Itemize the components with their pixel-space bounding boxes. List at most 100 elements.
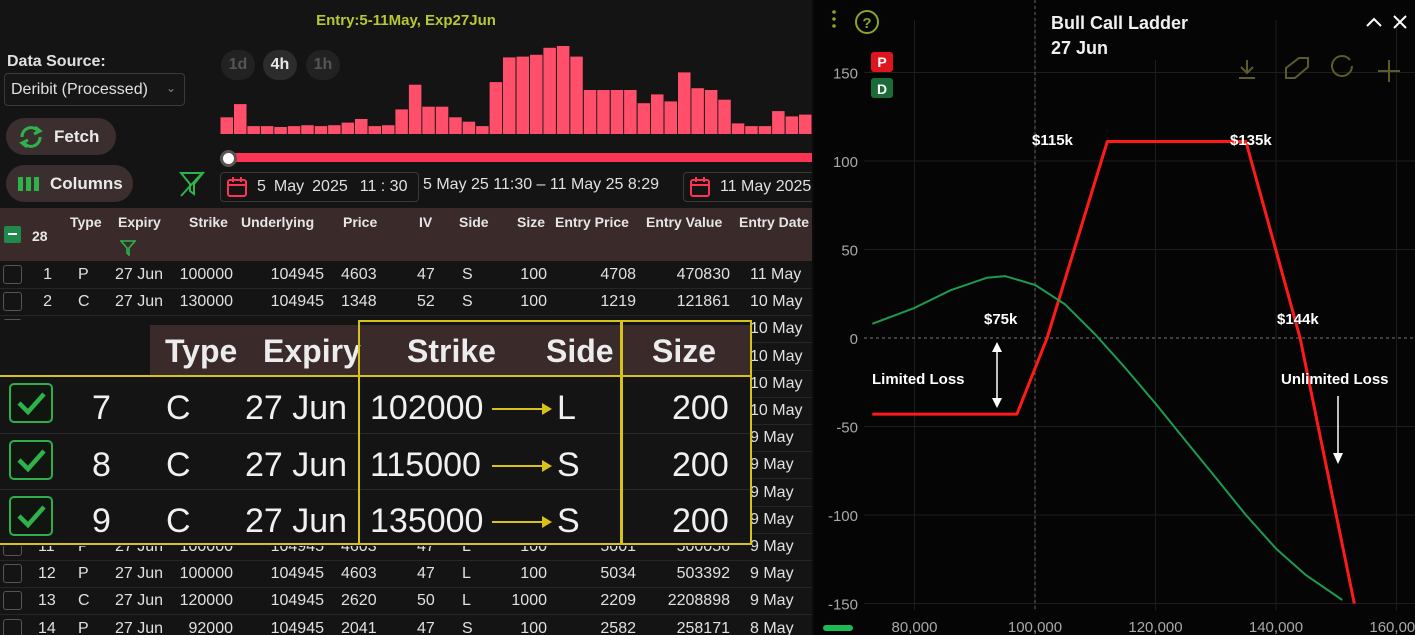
- cell-entry-date: 10 May: [750, 293, 803, 311]
- strategy-name: Bull Call Ladder: [1051, 13, 1189, 33]
- end-date-picker[interactable]: 11 May 2025: [683, 172, 812, 202]
- cell-type: C: [78, 293, 90, 311]
- histogram-bar: [597, 90, 610, 134]
- zoom-col-expiry: Expiry: [263, 333, 361, 369]
- chart-annotation: Limited Loss: [872, 371, 965, 388]
- data-source-select[interactable]: Deribit (Processed) ⌄: [4, 73, 185, 106]
- col-price[interactable]: Price: [343, 214, 377, 230]
- table-row[interactable]: 2 C 27 Jun 130000 104945 1348 52 S 100 1219 121861…: [0, 289, 812, 317]
- y-tick-label: 50: [841, 243, 858, 260]
- col-entry-value[interactable]: Entry Value: [646, 214, 722, 230]
- col-side[interactable]: Side: [459, 214, 489, 230]
- cell-expiry: 27 Jun: [115, 592, 164, 610]
- time-range-slider[interactable]: [228, 153, 812, 162]
- row-checkbox[interactable]: [3, 618, 22, 635]
- table-row[interactable]: 14 P 27 Jun 92000 104945 2041 47 S 100 2582 258171…: [0, 616, 812, 635]
- kebab-menu-icon[interactable]: [827, 8, 841, 32]
- entry-title: Entry:5-11May, Exp27Jun: [316, 12, 496, 29]
- cell-price: 4603: [341, 266, 377, 283]
- cell-entry-date: 8 May: [750, 619, 794, 635]
- cell-size: 1000: [511, 592, 547, 610]
- histogram-bar: [731, 123, 745, 134]
- histogram-bar: [503, 57, 516, 134]
- cell-iv: 52: [417, 293, 435, 311]
- fetch-button[interactable]: Fetch: [6, 118, 116, 155]
- col-size[interactable]: Size: [517, 214, 545, 230]
- start-day: 5: [257, 178, 266, 195]
- row-checkbox[interactable]: [3, 265, 22, 284]
- cell-expiry: 27 Jun: [115, 293, 164, 311]
- histogram-bar: [408, 84, 422, 134]
- histogram-bar: [704, 90, 718, 134]
- cell-type: C: [78, 592, 90, 610]
- histogram-bar: [341, 122, 355, 134]
- col-expiry[interactable]: Expiry: [118, 214, 161, 230]
- row-checkbox[interactable]: [3, 591, 22, 611]
- columns-button[interactable]: Columns: [6, 165, 133, 202]
- options-data-panel: Entry:5-11May, Exp27Jun Data Source: Der…: [0, 0, 812, 635]
- chart-annotation: $115k: [1032, 132, 1074, 149]
- select-all-checkbox[interactable]: [4, 226, 21, 243]
- cell-type: P: [78, 266, 89, 283]
- histogram-bar: [274, 127, 287, 134]
- payoff-chart-panel: 80,000 100,000 120,000 140,000 160,000 150 100…: [814, 0, 1415, 635]
- clear-filter-icon[interactable]: [178, 170, 206, 198]
- zoom-scroll-handle[interactable]: [823, 625, 853, 631]
- columns-icon: [18, 176, 39, 191]
- cell-entry-date: 11 May: [750, 266, 802, 283]
- row-checkbox[interactable]: [3, 292, 22, 312]
- histogram-bar: [247, 126, 260, 134]
- y-tick-label: 0: [850, 331, 858, 348]
- cell-price: 1348: [341, 293, 377, 311]
- cell-entry-date: 10 May: [750, 374, 803, 392]
- histogram-bar: [314, 126, 328, 134]
- col-underlying[interactable]: Underlying: [241, 214, 314, 230]
- filter-icon[interactable]: [120, 240, 136, 256]
- x-tick-label: 100,000: [1008, 619, 1062, 635]
- highlight-strike-side-box: [358, 320, 623, 545]
- row-checkbox[interactable]: [3, 564, 22, 584]
- data-source-label: Data Source:: [7, 53, 106, 70]
- cell-entry-value: 470830: [676, 266, 730, 283]
- cell-strike: 100000: [179, 565, 233, 583]
- chart-annotation: Unlimited Loss: [1281, 371, 1389, 388]
- cell-entry-price: 1219: [600, 293, 636, 311]
- cell-type: P: [78, 565, 89, 583]
- histogram-bar: [462, 121, 476, 134]
- col-entry-price[interactable]: Entry Price: [555, 214, 629, 230]
- strategy-expiry: 27 Jun: [1051, 38, 1109, 58]
- cell-entry-price: 2582: [600, 619, 636, 635]
- slider-handle[interactable]: [220, 150, 237, 167]
- date-range-text: 5 May 25 11:30 – 11 May 25 8:29: [423, 176, 660, 193]
- calendar-icon: [690, 177, 710, 197]
- zoomed-selection-overlay: Type Expiry Strike Side Size 7 C 27 Jun 102…: [0, 320, 752, 546]
- cell-expiry: 27 Jun: [115, 619, 164, 635]
- col-strike[interactable]: Strike: [189, 214, 228, 230]
- cell-iv: 47: [417, 565, 435, 583]
- histogram-bar: [651, 94, 664, 134]
- cell-iv: 50: [417, 592, 435, 610]
- payoff-chart[interactable]: 80,000 100,000 120,000 140,000 160,000 150 100…: [814, 0, 1415, 635]
- histogram-bar: [691, 88, 704, 134]
- table-row[interactable]: 13 C 27 Jun 120000 104945 2620 50 L 1000 2209 2208…: [0, 588, 812, 616]
- col-type[interactable]: Type: [70, 214, 102, 230]
- histogram-bar: [382, 125, 395, 134]
- badge-p-label: P: [877, 54, 886, 70]
- cell-price: 2620: [341, 592, 377, 610]
- start-date-picker[interactable]: 5 May 2025 11 : 30: [220, 172, 419, 202]
- cell-entry-date: 10 May: [750, 347, 803, 365]
- cell-strike: 92000: [188, 619, 234, 635]
- histogram-bar: [624, 90, 637, 134]
- cell-iv: 47: [417, 266, 435, 283]
- chart-annotation: $135k: [1230, 132, 1272, 149]
- cell-entry-date: 9 May: [750, 456, 794, 474]
- cell-underlying: 104945: [270, 619, 324, 635]
- table-row[interactable]: 1 P 27 Jun 100000 104945 4603 47 S 100 4708 470830…: [0, 262, 812, 289]
- cell-price: 2041: [341, 619, 377, 635]
- col-iv[interactable]: IV: [419, 214, 432, 230]
- col-entry-date[interactable]: Entry Date: [739, 214, 809, 230]
- histogram-bar: [718, 99, 731, 134]
- table-row[interactable]: 12 P 27 Jun 100000 104945 4603 47 L 100 5034 50339…: [0, 561, 812, 589]
- chart-annotation: $75k: [984, 311, 1018, 328]
- start-month: May: [273, 178, 305, 195]
